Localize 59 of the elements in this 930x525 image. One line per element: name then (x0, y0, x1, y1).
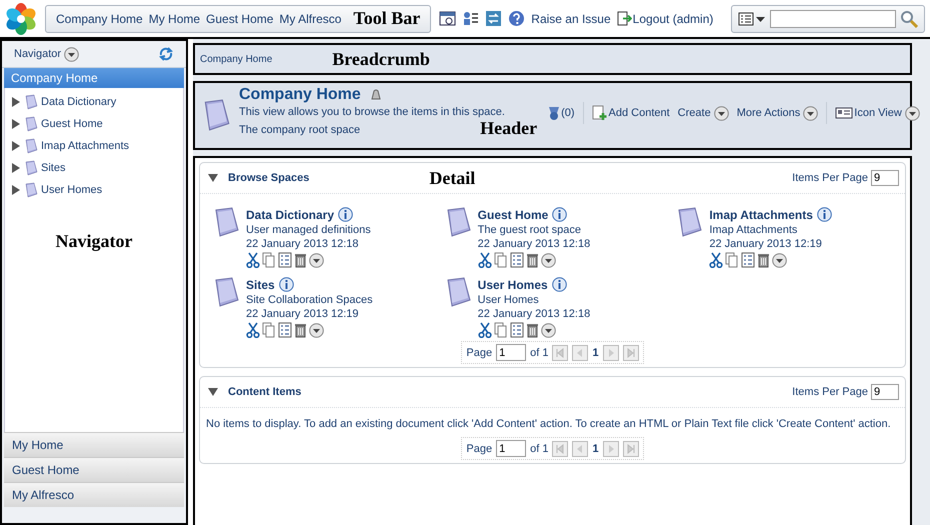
modified-date: 22 January 2013 12:19 (709, 238, 823, 250)
modified-date: 22 January 2013 12:18 (246, 238, 360, 250)
space-description: User managed definitions (246, 224, 371, 236)
items-per-page-field[interactable]: 9 (871, 384, 899, 400)
pager-label: Page (466, 346, 492, 358)
tree-item[interactable]: Imap Attachments (41, 140, 130, 152)
tree-item[interactable]: User Homes (41, 184, 102, 196)
shelf-item[interactable]: Guest Home (4, 457, 184, 482)
space-description: Imap Attachments (709, 224, 798, 236)
space-name-link[interactable]: Sites (246, 278, 275, 292)
toolbar-link[interactable]: My Home (148, 12, 200, 26)
logout-link[interactable]: Logout (admin) (616, 11, 714, 26)
action-link[interactable]: More Actions (736, 107, 800, 119)
page-count: of 1 (530, 346, 548, 358)
raise-issue-link[interactable]: Raise an Issue (531, 12, 611, 26)
pager-label: Page (466, 442, 492, 454)
annotation-label: Navigator (54, 231, 134, 252)
page-field[interactable]: 1 (496, 440, 526, 457)
items-per-page-label: Items Per Page (792, 172, 868, 184)
space-description: This view allows you to browse the items in this space. (239, 106, 506, 118)
modified-date: 22 January 2013 12:19 (246, 308, 360, 320)
action-link[interactable]: Icon View (835, 107, 902, 119)
annotation-label: Header (480, 118, 538, 139)
current-page[interactable]: 1 (592, 442, 599, 454)
action-link[interactable]: Create (678, 107, 711, 119)
page-field[interactable]: 1 (496, 344, 526, 361)
current-page[interactable]: 1 (592, 346, 599, 358)
space-name-link[interactable]: Data Dictionary (246, 208, 334, 222)
space-description: Site Collaboration Spaces (246, 294, 373, 306)
action-link[interactable]: Add Content (592, 105, 670, 121)
space-name-link[interactable]: User Homes (478, 278, 548, 292)
annotation-label: Tool Bar (353, 8, 420, 29)
space-name-link[interactable]: Guest Home (478, 208, 548, 222)
items-per-page-label: Items Per Page (792, 386, 868, 398)
space-subtitle: The company root space (239, 124, 360, 136)
tree-item[interactable]: Data Dictionary (41, 96, 116, 108)
annotation-label: Detail (429, 168, 476, 188)
panel-title: Content Items (228, 386, 302, 398)
modified-date: 22 January 2013 12:18 (478, 308, 590, 320)
toolbar-link[interactable]: Company Home (56, 12, 143, 26)
shelf-item[interactable]: My Alfresco (4, 482, 184, 507)
shelf-item[interactable]: My Home (4, 432, 184, 457)
space-name-link[interactable]: Imap Attachments (709, 208, 813, 222)
space-description: User Homes (478, 294, 540, 306)
space-description: The guest root space (478, 224, 582, 236)
space-title: Company Home (239, 86, 361, 104)
tree-item[interactable]: Guest Home (41, 118, 103, 130)
navigator-menu[interactable]: Navigator (14, 46, 80, 62)
items-per-page-field[interactable]: 9 (871, 170, 899, 186)
modified-date: 22 January 2013 12:18 (478, 238, 590, 250)
toolbar-link[interactable]: Guest Home (206, 12, 274, 26)
annotation-label: Breadcrumb (332, 48, 430, 70)
breadcrumb-link[interactable]: Company Home (200, 54, 272, 64)
toolbar-link[interactable]: My Alfresco (279, 12, 342, 26)
panel-title: Browse Spaces (228, 172, 310, 184)
rules-link[interactable]: (0) (548, 106, 575, 120)
tree-item[interactable]: Sites (41, 162, 66, 174)
empty-message: No items to display. To add an existing document click 'Add Content' action. To create an HTML or Plain Text file click 'Create Content' action. (205, 417, 892, 432)
page-count: of 1 (530, 442, 548, 454)
